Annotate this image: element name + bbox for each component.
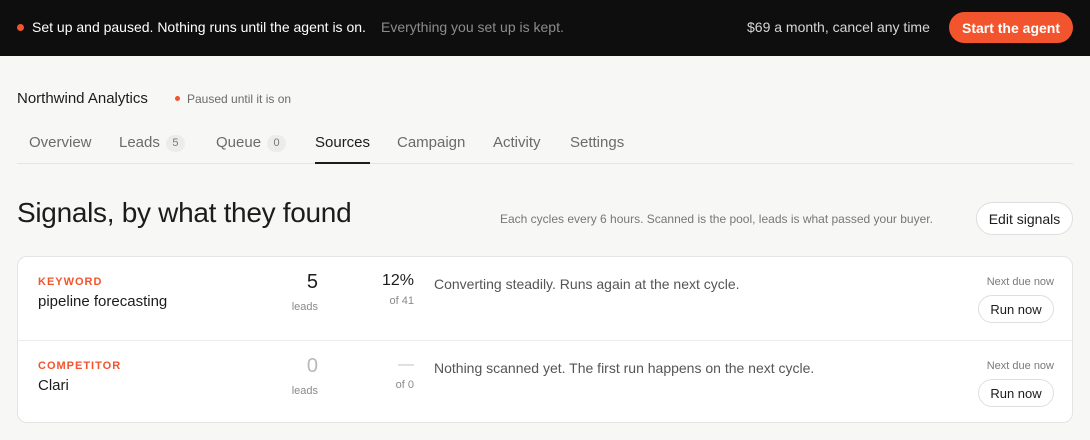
leads-label: leads xyxy=(291,301,318,313)
tab-label: Campaign xyxy=(397,134,466,151)
next-due: Next due now xyxy=(986,276,1054,288)
pass-rate: — xyxy=(398,356,414,373)
tab-settings[interactable]: Settings xyxy=(570,134,624,164)
signals-card: KEYWORD pipeline forecasting 5 leads 12%… xyxy=(17,256,1073,423)
leads-count: 0 xyxy=(306,355,318,377)
signal-name: pipeline forecasting xyxy=(38,293,168,310)
pass-rate: 12% xyxy=(381,272,414,289)
signal-description: Nothing scanned yet. The first run happe… xyxy=(434,360,815,376)
tab-queue[interactable]: Queue 0 xyxy=(216,134,287,164)
tab-label: Leads xyxy=(119,134,160,151)
leads-label: leads xyxy=(291,385,318,397)
tab-label: Activity xyxy=(493,134,541,151)
signal-row: KEYWORD pipeline forecasting 5 leads 12%… xyxy=(18,257,1072,340)
banner-subtext: Everything you set up is kept. xyxy=(381,19,564,35)
tab-label: Sources xyxy=(315,134,371,151)
run-now-button[interactable]: Run now xyxy=(978,295,1054,323)
signal-kind: COMPETITOR xyxy=(38,360,122,372)
scanned-count: of 41 xyxy=(389,295,414,307)
tab-label: Settings xyxy=(570,134,625,151)
start-agent-button[interactable]: Start the agent xyxy=(949,12,1073,43)
tab-activity[interactable]: Activity xyxy=(493,134,541,164)
leads-count-badge: 5 xyxy=(165,135,185,152)
signal-name: Clari xyxy=(38,377,69,394)
next-due: Next due now xyxy=(986,360,1054,372)
tab-overview[interactable]: Overview xyxy=(29,134,92,164)
tab-label: Queue xyxy=(216,134,262,151)
leads-count: 5 xyxy=(306,271,318,293)
tab-leads[interactable]: Leads 5 xyxy=(119,134,185,164)
tab-bar: Overview Leads 5 Queue 0 Sources Campaign … xyxy=(17,124,1073,164)
status-text: Paused until it is on xyxy=(187,92,292,106)
paused-banner: Set up and paused. Nothing runs until th… xyxy=(0,0,1090,56)
company-name: Northwind Analytics xyxy=(17,90,148,107)
tab-label: Overview xyxy=(29,134,92,151)
status-dot-icon xyxy=(17,24,24,31)
page-title: Signals, by what they found xyxy=(17,197,352,228)
edit-signals-button[interactable]: Edit signals xyxy=(976,202,1073,235)
paused-dot-icon xyxy=(175,96,180,101)
signal-row: COMPETITOR Clari 0 leads — of 0 Nothing … xyxy=(18,340,1072,422)
banner-message: Set up and paused. Nothing runs until th… xyxy=(32,19,366,35)
queue-count-badge: 0 xyxy=(267,135,287,152)
banner-price: $69 a month, cancel any time xyxy=(747,19,930,35)
scanned-count: of 0 xyxy=(395,379,414,391)
signal-kind: KEYWORD xyxy=(38,276,103,288)
tab-campaign[interactable]: Campaign xyxy=(397,134,465,164)
signal-description: Converting steadily. Runs again at the n… xyxy=(434,276,740,292)
tab-sources[interactable]: Sources xyxy=(315,134,371,164)
section-note: Each cycles every 6 hours. Scanned is th… xyxy=(500,212,933,226)
run-now-button[interactable]: Run now xyxy=(978,379,1054,407)
